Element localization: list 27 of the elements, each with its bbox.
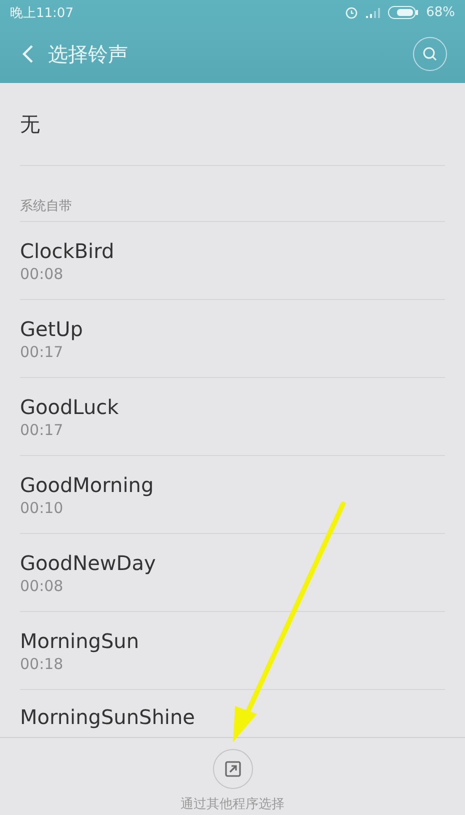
ringtone-duration: 00:10 <box>20 498 64 518</box>
back-button[interactable] <box>22 44 34 64</box>
section-header: 系统自带 <box>20 166 445 222</box>
ringtone-name[interactable]: GetUp <box>20 316 445 342</box>
search-button[interactable] <box>413 37 447 71</box>
ringtone-name[interactable]: GoodLuck <box>20 394 445 420</box>
ringtone-name[interactable]: MorningSunShine <box>20 704 445 730</box>
ringtone-duration: 00:08 <box>20 264 64 284</box>
external-link-icon <box>224 761 240 777</box>
ringtone-duration: 00:18 <box>20 654 64 674</box>
ringtone-duration: 00:08 <box>20 576 64 596</box>
status-time: 晚上11:07 <box>10 4 74 22</box>
none-option[interactable]: 无 <box>20 83 445 166</box>
alarm-clock-icon <box>345 6 358 19</box>
ringtone-name[interactable]: GoodNewDay <box>20 550 445 576</box>
ringtone-name[interactable]: ClockBird <box>20 238 445 264</box>
ringtone-duration: 00:17 <box>20 420 64 440</box>
open-external-button[interactable] <box>212 749 252 789</box>
search-icon <box>422 46 438 62</box>
ringtone-name[interactable]: MorningSun <box>20 628 445 654</box>
page-title: 选择铃声 <box>48 40 129 68</box>
action-label: 通过其他程序选择 <box>180 796 284 813</box>
battery-percent: 68% <box>426 5 455 20</box>
signal-icon <box>366 8 380 18</box>
ringtone-duration: 00:17 <box>20 342 64 362</box>
battery-icon <box>388 6 418 19</box>
ringtone-name[interactable]: GoodMorning <box>20 472 445 498</box>
